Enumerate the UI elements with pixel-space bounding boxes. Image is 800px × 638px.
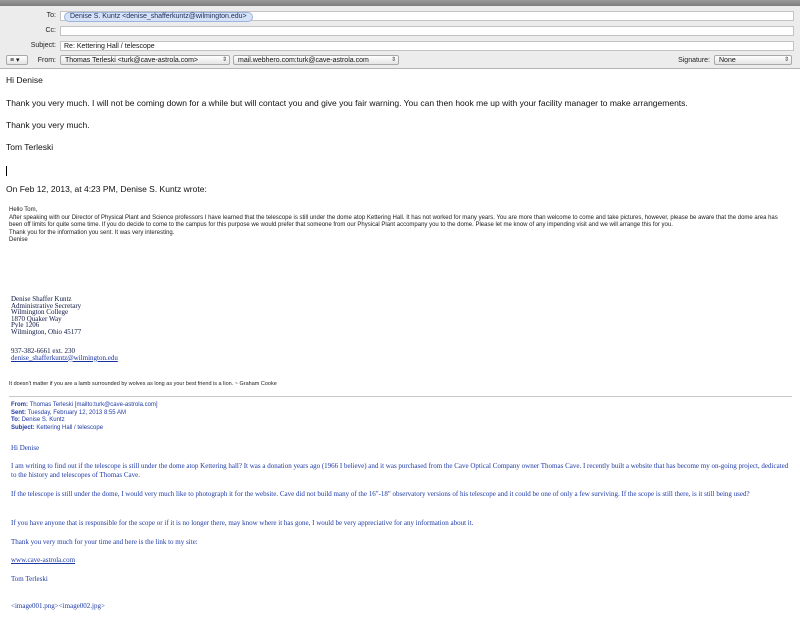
website-link[interactable]: www.cave-astrola.com bbox=[11, 556, 75, 565]
signature-select[interactable]: None ⇕ bbox=[714, 55, 792, 65]
cc-field[interactable] bbox=[60, 26, 794, 36]
signature-city: Wilmington, Ohio 45177 bbox=[11, 327, 82, 336]
from-label: From: bbox=[37, 57, 56, 64]
chevron-updown-icon: ⇕ bbox=[783, 57, 789, 63]
reply-signoff: Tom Terleski bbox=[6, 142, 54, 152]
reply-line-1: Thank you very much. I will not be comin… bbox=[6, 98, 688, 108]
subject-field[interactable]: Re: Kettering Hall / telescope bbox=[60, 41, 794, 51]
quoted-signature: Denise Shaffer Kuntz Administrative Secr… bbox=[11, 296, 81, 336]
recipient-token[interactable]: Denise S. Kuntz <denise_shafferkuntz@wil… bbox=[64, 12, 253, 22]
from-account-select[interactable]: Thomas Terleski <turk@cave-astrola.com> … bbox=[60, 55, 230, 65]
subject-label: Subject: bbox=[30, 42, 56, 49]
quoted-paragraph: After speaking with our Director of Phys… bbox=[9, 214, 778, 229]
message-divider bbox=[9, 396, 792, 397]
signature-contact: 937-382-6661 ext. 230 denise_shafferkunt… bbox=[11, 348, 118, 361]
orig-to-label: To: bbox=[11, 417, 20, 424]
cc-label: Cc: bbox=[45, 27, 57, 34]
text-cursor bbox=[6, 166, 7, 176]
original-paragraph-2: If the telescope is still under the dome… bbox=[11, 490, 750, 498]
chevron-updown-icon: ⇕ bbox=[221, 57, 227, 63]
orig-from-label: From: bbox=[11, 402, 28, 408]
smtp-server-select[interactable]: mail.webhero.com:turk@cave-astrola.com ⇕ bbox=[233, 55, 399, 65]
from-account-value: Thomas Terleski <turk@cave-astrola.com> bbox=[65, 57, 199, 64]
quoted-message: Hello Tom, After speaking with our Direc… bbox=[9, 207, 789, 245]
original-greeting: Hi Denise bbox=[11, 444, 40, 452]
attachment-placeholders[interactable]: <image001.png><image002.jpg> bbox=[11, 602, 105, 611]
reply-greeting: Hi Denise bbox=[6, 75, 43, 85]
original-signoff: Tom Terleski bbox=[11, 575, 48, 583]
to-label: To: bbox=[46, 12, 56, 19]
quoted-epigraph: It doesn't matter if you are a lamb surr… bbox=[9, 381, 277, 387]
quoted-name: Denise bbox=[9, 237, 28, 244]
original-paragraph-4: Thank you very much for your time and he… bbox=[11, 538, 198, 546]
orig-from-value: Thomas Terleski [mailto:turk@cave-astrol… bbox=[29, 402, 158, 408]
original-headers: From: Thomas Terleski [mailto:turk@cave-… bbox=[11, 402, 158, 432]
original-paragraph-1: I am writing to find out if the telescop… bbox=[11, 462, 789, 479]
original-paragraph-3: If you have anyone that is responsible f… bbox=[11, 519, 474, 527]
compose-header: To: Denise S. Kuntz <denise_shafferkuntz… bbox=[0, 6, 800, 69]
message-body[interactable]: Hi Denise Thank you very much. I will no… bbox=[0, 69, 800, 638]
signature-value: None bbox=[719, 57, 736, 64]
quoted-thanks: Thank you for the information you sent. … bbox=[9, 229, 175, 236]
chevron-updown-icon: ⇕ bbox=[390, 57, 396, 63]
reply-line-2: Thank you very much. bbox=[6, 120, 90, 130]
orig-sent-value: Tuesday, February 12, 2013 8:55 AM bbox=[27, 409, 126, 416]
orig-subject-label: Subject: bbox=[11, 424, 35, 431]
smtp-server-value: mail.webhero.com:turk@cave-astrola.com bbox=[238, 57, 369, 64]
to-field[interactable]: Denise S. Kuntz <denise_shafferkuntz@wil… bbox=[60, 11, 794, 22]
orig-subject-value: Kettering Hall / telescope bbox=[36, 424, 104, 431]
orig-sent-label: Sent: bbox=[11, 409, 26, 416]
signature-email-link[interactable]: denise_shafferkuntz@wilmington.edu bbox=[11, 354, 118, 362]
reply-attribution: On Feb 12, 2013, at 4:23 PM, Denise S. K… bbox=[6, 184, 207, 194]
orig-to-value: Denise S. Kuntz bbox=[21, 417, 65, 424]
signature-label: Signature: bbox=[678, 57, 710, 64]
quoted-hello: Hello Tom, bbox=[9, 207, 38, 213]
